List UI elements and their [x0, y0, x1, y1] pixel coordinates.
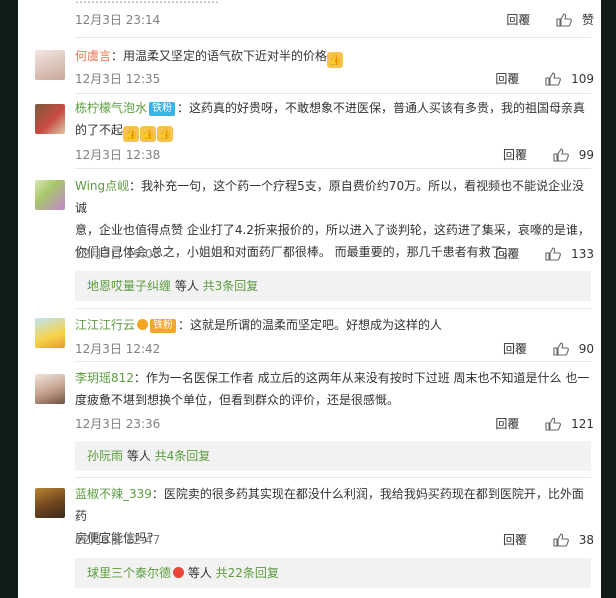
divider [75, 37, 591, 38]
user-name[interactable]: Wing点岘 [75, 179, 129, 193]
comment-item: 李玥瑶812：作为一名医保工作者 成立后的这两年从来没有按时下过班 周末也不知道… [18, 364, 601, 474]
fan-badge: 铁粉 [150, 319, 177, 333]
comment-actions: 回覆 109 [495, 70, 594, 87]
comment-item-top: ……………………………… 12月3日 23:14 回覆 赞 [18, 0, 601, 40]
comment-item: 何虞言：用温柔又坚定的语气砍下近对半的价格👍 12月3日 12:35 回覆 10… [18, 40, 601, 96]
comment-date: 12月3日 12:42 [75, 342, 161, 356]
thumbs-up-icon[interactable] [553, 532, 569, 547]
comment-body: 何虞言：用温柔又坚定的语气砍下近对半的价格👍 [75, 45, 591, 68]
divider [75, 477, 591, 478]
sub-reply-mid: 等人 [171, 279, 203, 293]
avatar[interactable] [35, 50, 65, 80]
avatar[interactable] [35, 318, 65, 348]
comment-text: ……………………………… [75, 0, 591, 10]
thumbs-up-icon[interactable] [553, 341, 569, 356]
reply-button[interactable]: 回覆 [503, 340, 527, 357]
reply-button[interactable]: 回覆 [495, 70, 519, 87]
comment-actions: 回覆 赞 [506, 11, 594, 28]
sub-reply-mid: 等人 [184, 566, 216, 580]
avatar[interactable] [35, 104, 65, 134]
comment-item: 栋柠檬气泡水 铁粉 ：这药真的好贵呀，不敢想象不进医保，普通人买该有多贵，我的祖国母… [18, 96, 601, 168]
comment-actions: 回覆 38 [503, 531, 594, 548]
divider [75, 168, 591, 169]
comment-text: ：医院卖的很多药其实现在都没什么利润，我给我妈买药现在都到医院开，比外面药 [75, 487, 584, 523]
comment-date: 12月3日 23:14 [75, 13, 161, 27]
comments-panel: ……………………………… 12月3日 23:14 回覆 赞 何虞言：用温柔又坚定… [18, 0, 601, 598]
comment-item: Wing点岘：我补充一句，这个药一个疗程5支，原自费价约70万。所以，看视频也不… [18, 170, 601, 306]
thumbs-up-icon[interactable] [553, 147, 569, 162]
thumbs-up-emoji-icon: 👍 [140, 126, 157, 142]
comment-text: ：这药真的好贵呀，不敢想象不进医保，普通人买该有多贵，我的祖国母亲真 [177, 101, 586, 115]
comment-date: 12月3日 12:35 [75, 72, 161, 86]
sub-reply-user[interactable]: 孙阮雨 [87, 449, 123, 463]
comment-text-line2: 意，企业也值得点赞 企业打了4.2折来报价的，所以进入了谈判轮，这药进了集采，哀… [75, 223, 590, 237]
vip-icon [137, 319, 149, 330]
avatar[interactable] [35, 374, 65, 404]
emoji-icon [173, 567, 185, 578]
like-count[interactable]: 133 [571, 247, 594, 261]
user-name[interactable]: 何虞言 [75, 49, 111, 63]
comment-text: ：作为一名医保工作者 成立后的这两年从来没有按时下过班 周末也不知道是什么 也一 [133, 371, 590, 385]
comment-actions: 回覆 90 [503, 340, 594, 357]
left-dark-margin [0, 0, 18, 598]
comment-actions: 回覆 99 [503, 146, 594, 163]
comment-item: 蓝椒不辣_339：医院卖的很多药其实现在都没什么利润，我给我妈买药现在都到医院开… [18, 480, 601, 598]
user-name[interactable]: 蓝椒不辣_339 [75, 487, 152, 501]
thumbs-up-icon[interactable] [545, 71, 562, 86]
thumbs-up-icon[interactable] [556, 12, 573, 27]
comment-item: 江江江行云 铁粉 ：这就是所谓的温柔而坚定吧。好想成为这样的人 12月3日 12:4… [18, 310, 601, 364]
comment-date: 12月3日 23:36 [75, 417, 161, 431]
view-replies-link[interactable]: 共3条回复 [203, 279, 259, 293]
avatar[interactable] [35, 488, 65, 518]
divider [75, 93, 591, 94]
sub-reply-mid: 等人 [123, 449, 155, 463]
comment-text-line2: 度疲惫不堪到想换个单位，但看到群众的评价，还是很感慨。 [75, 393, 400, 407]
comment-date: 12月3日 12:38 [75, 148, 161, 162]
divider [75, 361, 591, 362]
comment-text: ：我补充一句，这个药一个疗程5支，原自费价约70万。所以，看视频也不能说企业没诚 [75, 179, 585, 215]
like-count[interactable]: 90 [579, 342, 594, 356]
thumbs-up-emoji-icon: 👍 [123, 126, 140, 142]
sub-reply-user[interactable]: 地恩哎量子纠缠 [87, 279, 171, 293]
sub-replies-box[interactable]: 球里三个泰尔德 等人 共22条回复 [75, 558, 591, 588]
comment-body: 江江江行云 铁粉 ：这就是所谓的温柔而坚定吧。好想成为这样的人 [75, 314, 591, 336]
like-count[interactable]: 99 [579, 148, 594, 162]
sub-replies-box[interactable]: 地恩哎量子纠缠 等人 共3条回复 [75, 271, 591, 301]
reply-button[interactable]: 回覆 [503, 146, 527, 163]
like-count[interactable]: 赞 [582, 11, 594, 28]
thumbs-up-icon[interactable] [545, 416, 562, 431]
reply-button[interactable]: 回覆 [506, 11, 530, 28]
comment-date: 12月3日 12:47 [75, 533, 161, 547]
right-dark-margin [601, 0, 616, 598]
fan-badge: 铁粉 [149, 102, 176, 116]
comment-body: 栋柠檬气泡水 铁粉 ：这药真的好贵呀，不敢想象不进医保，普通人买该有多贵，我的祖国母… [75, 97, 591, 142]
comment-actions: 回覆 121 [495, 415, 594, 432]
like-count[interactable]: 109 [571, 72, 594, 86]
comment-actions: 回覆 133 [495, 245, 594, 262]
view-replies-link[interactable]: 共4条回复 [155, 449, 211, 463]
thumbs-up-emoji-icon: 👍 [327, 52, 344, 68]
sub-replies-box[interactable]: 孙阮雨 等人 共4条回复 [75, 441, 591, 471]
comment-text: ：这就是所谓的温柔而坚定吧。好想成为这样的人 [178, 318, 443, 332]
user-name[interactable]: 栋柠檬气泡水 [75, 101, 147, 115]
avatar[interactable] [35, 180, 65, 210]
comment-text: ：用温柔又坚定的语气砍下近对半的价格 [111, 49, 328, 63]
user-name[interactable]: 江江江行云 [75, 318, 135, 332]
divider [75, 308, 591, 309]
user-name[interactable]: 李玥瑶812 [75, 371, 134, 385]
view-replies-link[interactable]: 共22条回复 [216, 566, 279, 580]
thumbs-up-emoji-icon: 👍 [157, 126, 174, 142]
reply-button[interactable]: 回覆 [503, 531, 527, 548]
reply-button[interactable]: 回覆 [495, 415, 519, 432]
comment-date: 12月3日 19:03 [75, 247, 161, 261]
sub-reply-user[interactable]: 球里三个泰尔德 [87, 566, 171, 580]
reply-button[interactable]: 回覆 [495, 245, 519, 262]
thumbs-up-icon[interactable] [545, 246, 562, 261]
like-count[interactable]: 121 [571, 417, 594, 431]
like-count[interactable]: 38 [579, 533, 594, 547]
comment-text-line2: 的了不起 [75, 123, 124, 137]
comment-body: 李玥瑶812：作为一名医保工作者 成立后的这两年从来没有按时下过班 周末也不知道… [75, 367, 591, 411]
